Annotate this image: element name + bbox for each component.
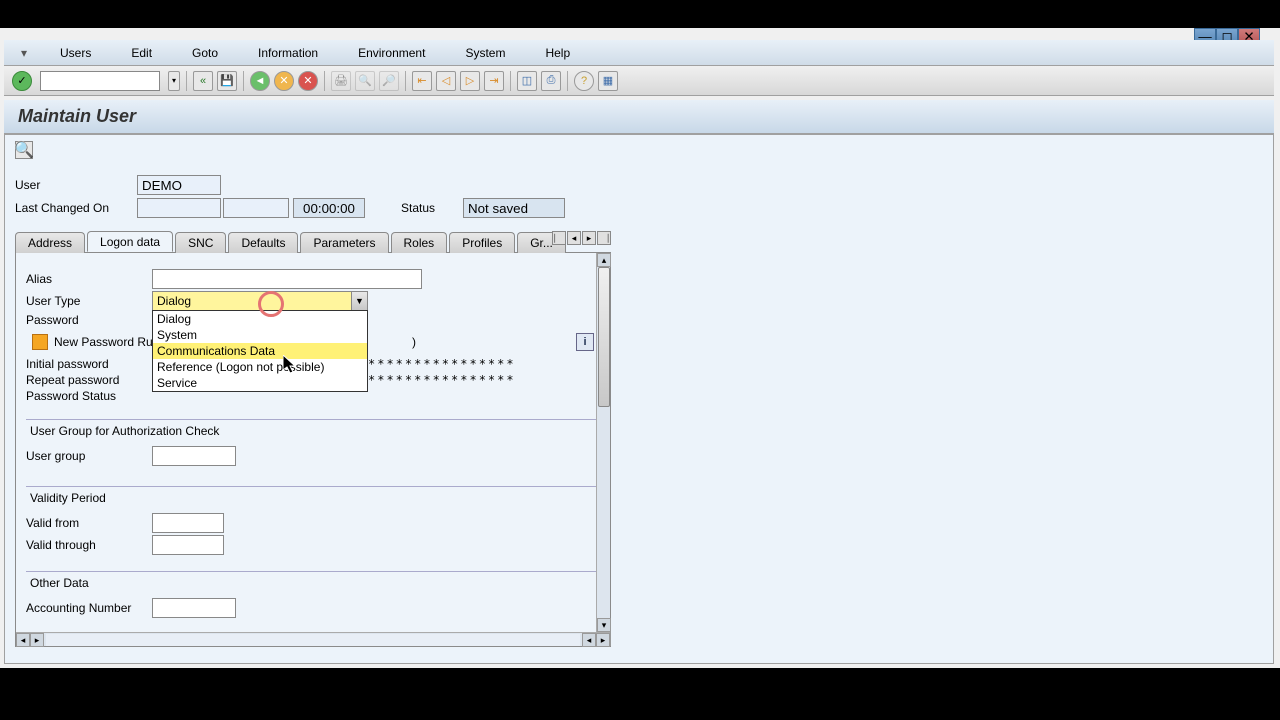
password-group-label: Password (26, 313, 152, 327)
option-dialog[interactable]: Dialog (153, 311, 367, 327)
menu-environment[interactable]: Environment (338, 42, 445, 64)
find-button[interactable]: 🔍 (355, 71, 375, 91)
validity-title: Validity Period (26, 489, 600, 507)
menu-system[interactable]: System (445, 42, 525, 64)
other-data-title: Other Data (26, 574, 600, 592)
tab-snc[interactable]: SNC (175, 232, 226, 253)
user-group-title: User Group for Authorization Check (26, 422, 600, 440)
tab-scroll-list[interactable]: ⎹ (597, 231, 611, 245)
alias-field[interactable] (152, 269, 422, 289)
tab-strip: Address Logon data SNC Defaults Paramete… (15, 231, 611, 253)
tab-parameters[interactable]: Parameters (300, 232, 388, 253)
layout-button[interactable]: ▦ (598, 71, 618, 91)
valid-through-label: Valid through (26, 538, 152, 552)
user-type-value: Dialog (157, 294, 191, 308)
vertical-scrollbar[interactable]: ▴ ▾ ▾ (596, 253, 610, 646)
create-shortcut-button[interactable]: ⎙ (541, 71, 561, 91)
user-label: User (15, 178, 137, 192)
command-field[interactable] (40, 71, 160, 91)
save-button[interactable]: 💾 (217, 71, 237, 91)
menu-help[interactable]: Help (525, 42, 590, 64)
details-icon[interactable]: 🔍 (15, 141, 33, 159)
option-reference[interactable]: Reference (Logon not possible) (153, 359, 367, 375)
repeat-password-label: Repeat password (26, 373, 152, 387)
hscroll-right-arrow[interactable]: ◂ (582, 633, 596, 647)
menu-goto[interactable]: Goto (172, 42, 238, 64)
user-group-field[interactable] (152, 446, 236, 466)
chevron-down-icon[interactable]: ▼ (351, 292, 367, 310)
horizontal-scrollbar[interactable]: ◂ ▸ ◂ ▸ (16, 632, 610, 646)
scroll-thumb[interactable] (598, 267, 610, 407)
tab-scroll-left[interactable]: ◂ (567, 231, 581, 245)
menu-information[interactable]: Information (238, 42, 338, 64)
menu-edit[interactable]: Edit (111, 42, 172, 64)
hscroll-left-arrow[interactable]: ◂ (16, 633, 30, 647)
hscroll-left-arrow-2[interactable]: ▸ (30, 633, 44, 647)
password-status-label: Password Status (26, 389, 152, 403)
next-page-button[interactable]: ▷ (460, 71, 480, 91)
last-changed-label: Last Changed On (15, 201, 137, 215)
tab-roles[interactable]: Roles (391, 232, 448, 253)
tab-profiles[interactable]: Profiles (449, 232, 515, 253)
prev-page-button[interactable]: ◁ (436, 71, 456, 91)
last-changed-time (293, 198, 365, 218)
scroll-down-arrow[interactable]: ▾ (597, 618, 611, 632)
help-button[interactable]: ? (574, 71, 594, 91)
last-page-button[interactable]: ⇥ (484, 71, 504, 91)
find-next-button[interactable]: 🔎 (379, 71, 399, 91)
menu-users[interactable]: Users (40, 42, 111, 64)
alias-label: Alias (26, 272, 152, 286)
valid-from-field[interactable] (152, 513, 224, 533)
user-group-label: User group (26, 449, 152, 463)
status-field (463, 198, 565, 218)
user-type-option-list: Dialog System Communications Data Refere… (152, 310, 368, 392)
command-dropdown[interactable]: ▾ (168, 71, 180, 91)
new-session-button[interactable]: ◫ (517, 71, 537, 91)
tab-logon-data[interactable]: Logon data (87, 231, 173, 252)
back-button[interactable]: « (193, 71, 213, 91)
password-rule-icon[interactable] (32, 334, 48, 350)
page-title: Maintain User (4, 100, 1274, 134)
tab-scroll-first[interactable]: ⎸ (552, 231, 566, 245)
option-system[interactable]: System (153, 327, 367, 343)
nav-exit-button[interactable]: ✕ (274, 71, 294, 91)
user-field[interactable] (137, 175, 221, 195)
user-type-label: User Type (26, 294, 152, 308)
standard-toolbar: ✓ ▾ « 💾 ◄ ✕ ✕ 🖨 🔍 🔎 ⇤ ◁ ▷ ⇥ ◫ ⎙ ? ▦ (4, 66, 1274, 96)
last-changed-date (223, 198, 289, 218)
print-button[interactable]: 🖨 (331, 71, 351, 91)
menu-bar: ▾ Users Edit Goto Information Environmen… (4, 40, 1274, 66)
valid-from-label: Valid from (26, 516, 152, 530)
user-type-dropdown[interactable]: Dialog ▼ (152, 291, 368, 311)
tab-address[interactable]: Address (15, 232, 85, 253)
tab-defaults[interactable]: Defaults (228, 232, 298, 253)
last-changed-name (137, 198, 221, 218)
accounting-number-label: Accounting Number (26, 601, 152, 615)
initial-password-masked: **************** (368, 357, 516, 371)
first-page-button[interactable]: ⇤ (412, 71, 432, 91)
status-label: Status (401, 201, 453, 215)
nav-back-button[interactable]: ◄ (250, 71, 270, 91)
option-communications-data[interactable]: Communications Data (153, 343, 367, 359)
tab-scroll-right[interactable]: ▸ (582, 231, 596, 245)
scroll-up-arrow[interactable]: ▴ (597, 253, 611, 267)
app-menu-icon[interactable]: ▾ (14, 44, 34, 62)
nav-cancel-button[interactable]: ✕ (298, 71, 318, 91)
initial-password-label: Initial password (26, 357, 152, 371)
password-rule-label: New Password Rul (54, 335, 155, 349)
accounting-number-field[interactable] (152, 598, 236, 618)
info-icon[interactable]: i (576, 333, 594, 351)
valid-through-field[interactable] (152, 535, 224, 555)
option-service[interactable]: Service (153, 375, 367, 391)
enter-button[interactable]: ✓ (12, 71, 32, 91)
repeat-password-masked: **************** (368, 373, 516, 387)
hscroll-track[interactable] (46, 634, 580, 646)
hscroll-right-arrow-2[interactable]: ▸ (596, 633, 610, 647)
